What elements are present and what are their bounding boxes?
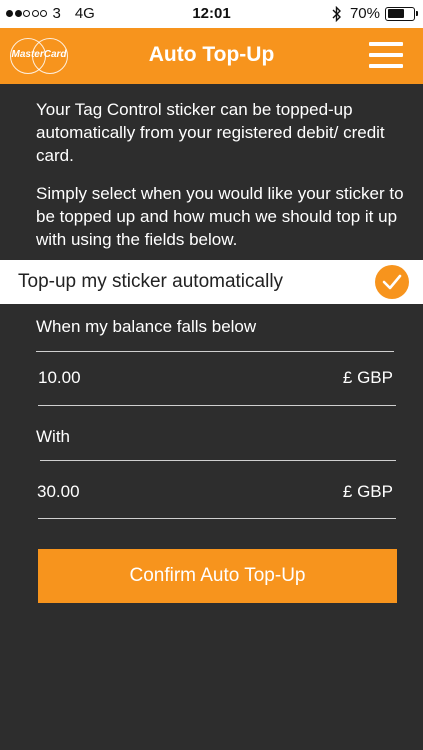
amount-label: With <box>36 427 70 446</box>
app-screen: 3 4G 12:01 70% MasterCard Auto Top-Up Yo… <box>0 0 423 750</box>
threshold-currency: £ GBP <box>342 368 393 387</box>
divider <box>36 351 394 352</box>
battery-percent: 70% <box>349 5 380 22</box>
threshold-value[interactable]: 10.00 <box>38 368 81 388</box>
instructions-paragraph: Simply select when you would like your s… <box>36 184 404 249</box>
divider <box>38 405 396 406</box>
battery-icon <box>385 6 418 21</box>
checkmark-icon[interactable] <box>375 265 409 299</box>
battery-fill <box>387 9 405 18</box>
confirm-auto-topup-button[interactable]: Confirm Auto Top-Up <box>38 549 397 603</box>
divider <box>38 518 396 519</box>
amount-value[interactable]: 30.00 <box>37 482 80 502</box>
amount-currency: £ GBP <box>342 482 393 501</box>
status-right: 70% <box>332 5 418 22</box>
auto-topup-toggle[interactable]: Top-up my sticker automatically <box>0 260 423 304</box>
status-bar: 3 4G 12:01 70% <box>0 0 423 28</box>
app-header: MasterCard Auto Top-Up <box>0 28 423 84</box>
page-title: Auto Top-Up <box>148 43 275 66</box>
battery-nub <box>415 10 418 16</box>
auto-topup-label: Top-up my sticker automatically <box>18 271 284 292</box>
divider <box>40 460 396 461</box>
hamburger-menu-icon[interactable] <box>369 40 403 70</box>
bluetooth-icon <box>332 5 341 22</box>
intro-paragraph: Your Tag Control sticker can be topped-u… <box>36 100 385 165</box>
threshold-label: When my balance falls below <box>36 317 257 336</box>
